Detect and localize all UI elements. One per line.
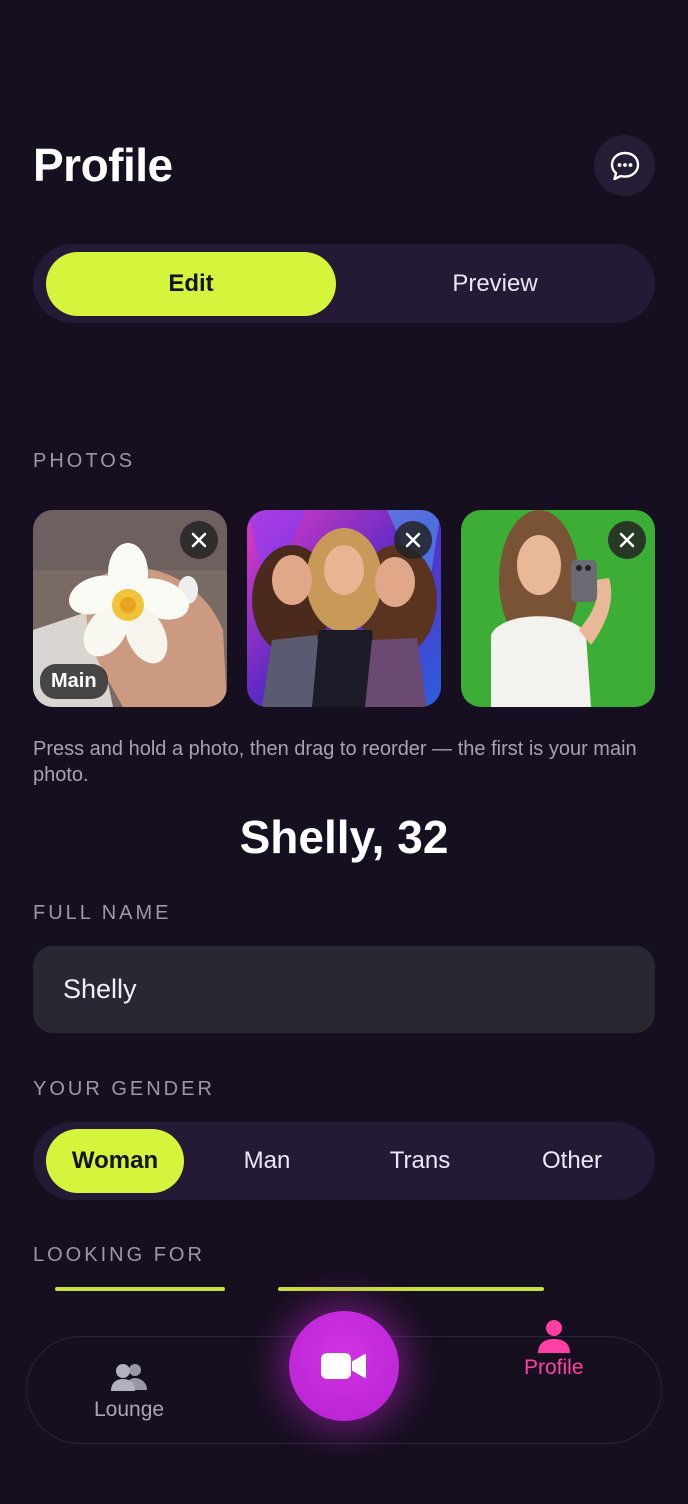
full-name-input[interactable]: Shelly: [33, 946, 655, 1033]
photo-main[interactable]: Main: [33, 510, 227, 707]
looking-for-option-peek: [278, 1287, 544, 1291]
remove-photo-1-button[interactable]: [180, 521, 218, 559]
nav-profile[interactable]: Profile: [524, 1318, 584, 1380]
full-name-label: FULL NAME: [33, 902, 172, 924]
preview-tab[interactable]: Preview: [350, 252, 640, 316]
video-camera-icon: [321, 1353, 366, 1379]
edit-tab[interactable]: Edit: [46, 252, 336, 316]
gender-selector: Woman Man Trans Other: [33, 1122, 655, 1200]
remove-photo-3-button[interactable]: [608, 521, 646, 559]
video-chat-button[interactable]: [289, 1311, 399, 1421]
photo-2[interactable]: [247, 510, 441, 707]
close-icon: [191, 532, 207, 548]
nav-lounge-label: Lounge: [94, 1398, 165, 1421]
nav-lounge[interactable]: Lounge: [94, 1362, 164, 1422]
mode-toggle: Edit Preview: [33, 244, 655, 323]
gender-label: YOUR GENDER: [33, 1078, 215, 1100]
users-icon: [111, 1364, 148, 1391]
gender-option-woman[interactable]: Woman: [46, 1129, 184, 1193]
close-icon: [619, 532, 635, 548]
gender-option-trans[interactable]: Trans: [351, 1129, 489, 1193]
person-icon: [537, 1320, 570, 1353]
gender-option-other[interactable]: Other: [503, 1129, 641, 1193]
messages-button[interactable]: [594, 135, 655, 196]
close-icon: [405, 532, 421, 548]
nav-profile-label: Profile: [524, 1356, 584, 1379]
photo-3[interactable]: [461, 510, 655, 707]
looking-for-label: LOOKING FOR: [33, 1244, 205, 1266]
photo-reorder-hint: Press and hold a photo, then drag to reo…: [33, 738, 637, 786]
gender-option-man[interactable]: Man: [198, 1129, 336, 1193]
looking-for-option-peek: [55, 1287, 225, 1291]
remove-photo-2-button[interactable]: [394, 521, 432, 559]
page-title: Profile: [33, 139, 173, 191]
main-photo-badge: Main: [40, 664, 108, 699]
photos-label: PHOTOS: [33, 450, 136, 472]
profile-name-age: Shelly, 32: [239, 811, 449, 863]
chat-bubble-icon: [610, 151, 639, 180]
